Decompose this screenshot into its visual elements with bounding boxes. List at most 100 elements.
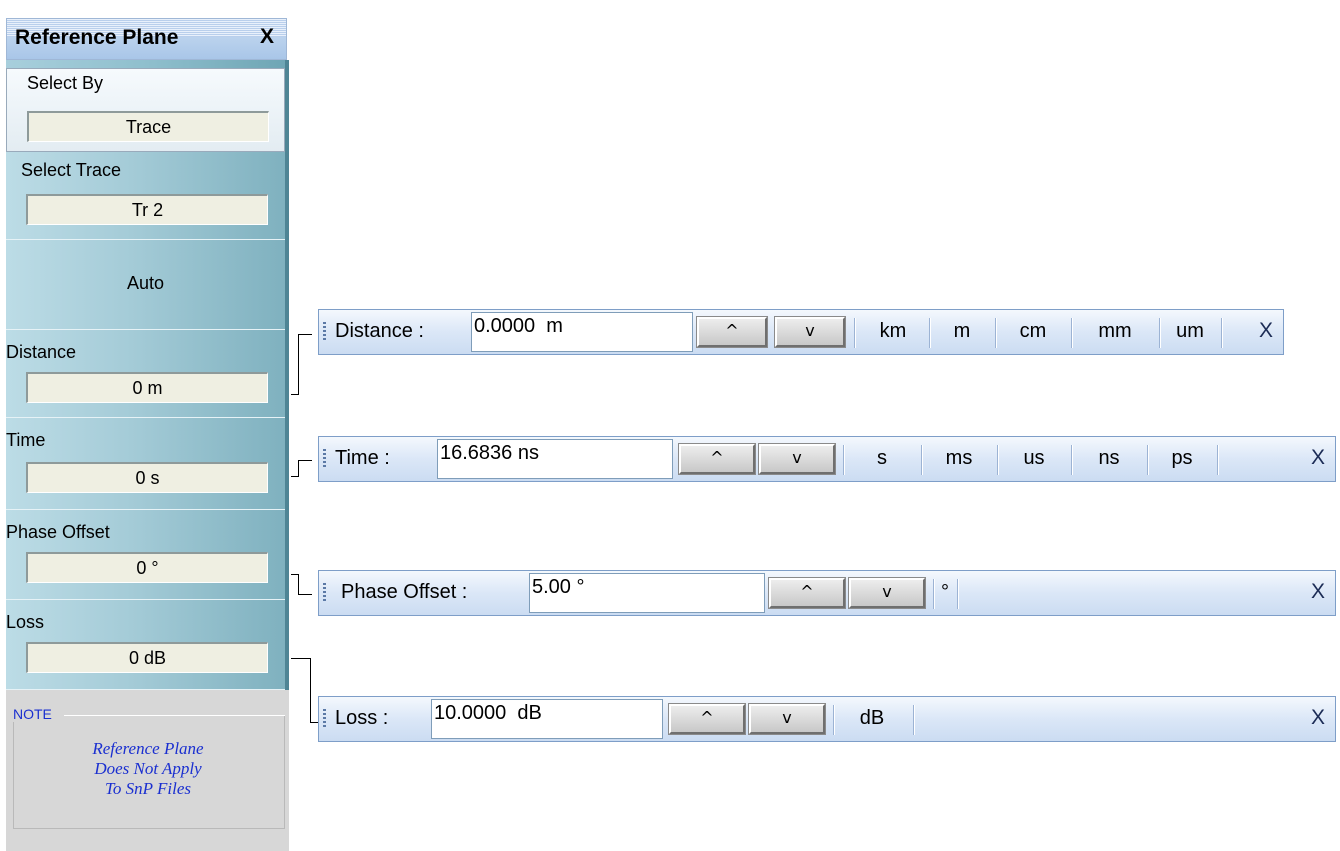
separator [1159, 318, 1160, 348]
distance-toolbar-label: Distance : [335, 320, 424, 342]
toolbar-grip[interactable] [323, 322, 326, 342]
chevron-up-icon: ^ [725, 321, 739, 340]
menu-body: Select By Trace Select Trace Tr 2 Auto D… [6, 60, 289, 690]
phase-offset-toolbar-label: Phase Offset : [341, 581, 468, 603]
unit-s-button[interactable]: s [845, 447, 919, 470]
unit-us-button[interactable]: us [999, 447, 1069, 470]
chevron-down-icon: v [882, 582, 892, 601]
reference-plane-menu: Reference Plane X Select By Trace Select… [0, 0, 291, 851]
separator [1221, 318, 1222, 348]
unit-ps-button[interactable]: ps [1149, 447, 1215, 470]
loss-connector-top [291, 658, 311, 659]
loss-input[interactable]: 10.0000 dB [431, 699, 663, 739]
note-line: Does Not Apply [94, 759, 202, 778]
time-label: Time [6, 430, 46, 450]
separator [997, 445, 998, 475]
loss-button[interactable]: Loss 0 dB [6, 600, 285, 690]
distance-toolbar: Distance : 0.0000 m ^ v km m cm mm um X [318, 309, 1284, 355]
unit-um-button[interactable]: um [1161, 320, 1219, 343]
select-trace-button[interactable]: Select Trace Tr 2 [6, 152, 285, 240]
note-area: NOTE Reference Plane Does Not Apply To S… [6, 690, 289, 851]
distance-connector-tail [291, 394, 299, 395]
phase-offset-button[interactable]: Phase Offset 0 ° [6, 510, 285, 600]
auto-label: Auto [126, 273, 165, 293]
separator [913, 705, 914, 735]
unit-ns-button[interactable]: ns [1073, 447, 1145, 470]
loss-connector [310, 658, 312, 722]
loss-toolbar: Loss : 10.0000 dB ^ v dB X [318, 696, 1336, 742]
select-trace-label: Select Trace [21, 160, 122, 180]
chevron-down-icon: v [782, 708, 792, 727]
chevron-up-icon: ^ [700, 708, 714, 727]
phase-offset-close-button[interactable]: X [1311, 580, 1325, 604]
separator [1071, 445, 1072, 475]
menu-title-bar: Reference Plane X [6, 18, 287, 60]
time-toolbar: Time : 16.6836 ns ^ v s ms us ns ps X [318, 436, 1336, 482]
distance-up-button[interactable]: ^ [696, 316, 768, 348]
unit-ms-button[interactable]: ms [923, 447, 995, 470]
loss-value: 0 dB [26, 642, 268, 673]
time-connector-tail [291, 476, 299, 477]
loss-connector-end [310, 722, 318, 723]
separator [1217, 445, 1218, 475]
note-text: Reference Plane Does Not Apply To SnP Fi… [13, 739, 283, 799]
unit-m-button[interactable]: m [931, 320, 993, 343]
time-down-button[interactable]: v [758, 443, 836, 475]
distance-input[interactable]: 0.0000 m [471, 312, 693, 352]
unit-km-button[interactable]: km [859, 320, 927, 343]
menu-close-button[interactable]: X [260, 25, 274, 49]
chevron-down-icon: v [805, 321, 815, 340]
distance-button[interactable]: Distance 0 m [6, 330, 285, 418]
menu-title: Reference Plane [15, 26, 179, 49]
separator [833, 705, 834, 735]
toolbar-grip[interactable] [323, 583, 326, 603]
toolbar-grip[interactable] [323, 709, 326, 729]
phase-offset-input[interactable]: 5.00 ° [529, 573, 765, 613]
phase-offset-up-button[interactable]: ^ [768, 577, 846, 609]
phase-connector [298, 574, 312, 595]
time-connector [298, 460, 312, 477]
separator [921, 445, 922, 475]
separator [929, 318, 930, 348]
separator [1071, 318, 1072, 348]
time-up-button[interactable]: ^ [678, 443, 756, 475]
phase-offset-value: 0 ° [26, 552, 268, 583]
note-line: Reference Plane [92, 739, 204, 758]
auto-button[interactable]: Auto [6, 240, 285, 330]
select-trace-value: Tr 2 [26, 194, 268, 225]
distance-down-button[interactable]: v [774, 316, 846, 348]
unit-mm-button[interactable]: mm [1073, 320, 1157, 343]
note-heading: NOTE [13, 706, 56, 722]
separator [995, 318, 996, 348]
loss-down-button[interactable]: v [748, 703, 826, 735]
time-value: 0 s [26, 462, 268, 493]
toolbar-grip[interactable] [323, 449, 326, 469]
distance-label: Distance [6, 342, 77, 362]
time-close-button[interactable]: X [1311, 446, 1325, 470]
time-input[interactable]: 16.6836 ns [437, 439, 673, 479]
time-button[interactable]: Time 0 s [6, 418, 285, 510]
separator [843, 445, 844, 475]
unit-cm-button[interactable]: cm [997, 320, 1069, 343]
phase-offset-label: Phase Offset [6, 522, 110, 542]
menu-edge [285, 60, 289, 690]
select-by-label: Select By [27, 73, 104, 93]
chevron-up-icon: ^ [800, 582, 814, 601]
distance-value: 0 m [26, 372, 268, 403]
separator [854, 318, 855, 348]
distance-connector [298, 334, 312, 395]
loss-close-button[interactable]: X [1311, 706, 1325, 730]
phase-offset-toolbar: Phase Offset : 5.00 ° ^ v ° X [318, 570, 1336, 616]
select-by-button[interactable]: Select By Trace [6, 68, 285, 152]
loss-up-button[interactable]: ^ [668, 703, 746, 735]
unit-db-button[interactable]: dB [835, 707, 909, 730]
chevron-down-icon: v [792, 448, 802, 467]
distance-close-button[interactable]: X [1259, 319, 1273, 343]
separator [957, 579, 958, 609]
phase-offset-down-button[interactable]: v [848, 577, 926, 609]
time-toolbar-label: Time : [335, 447, 390, 469]
select-by-value: Trace [27, 111, 269, 142]
loss-label: Loss [6, 612, 45, 632]
unit-degree-button[interactable]: ° [935, 581, 955, 604]
phase-connector-tail [291, 574, 299, 575]
